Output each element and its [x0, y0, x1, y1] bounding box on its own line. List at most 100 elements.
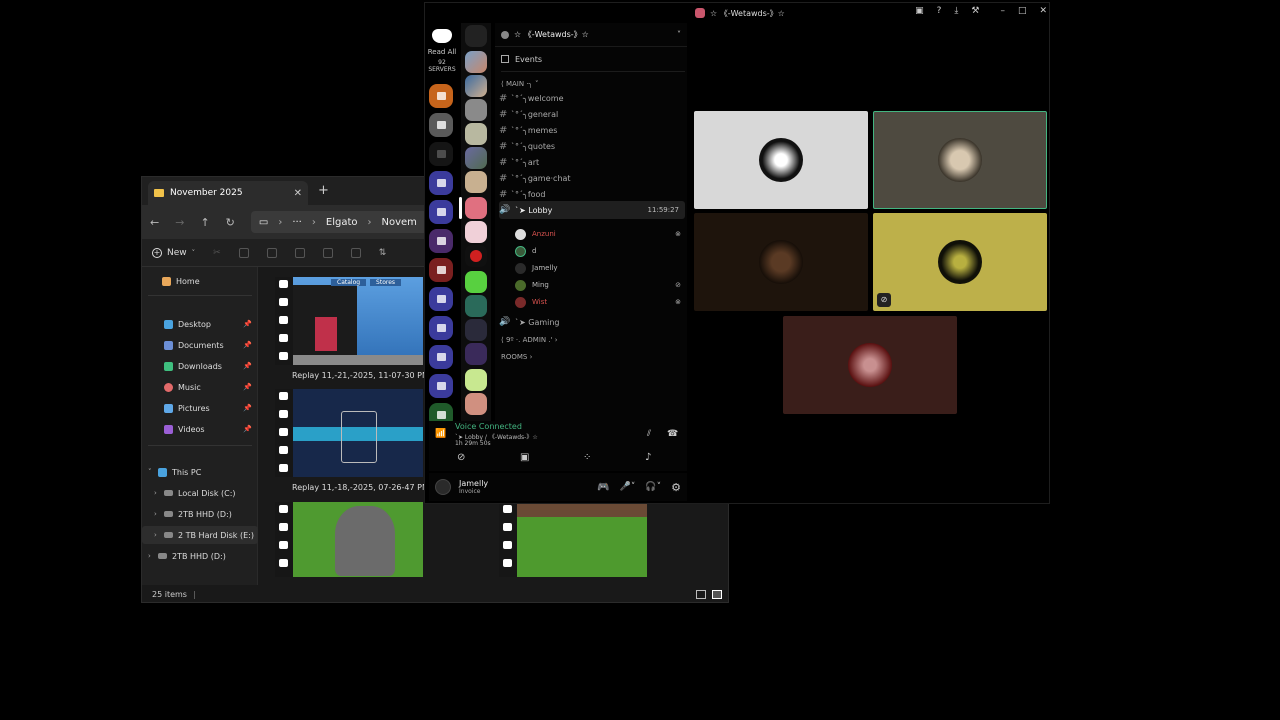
breadcrumb-item[interactable]: Elgato	[326, 217, 358, 228]
folder-icon[interactable]	[429, 258, 453, 282]
new-button[interactable]: + New ˅	[152, 247, 195, 258]
details-view-icon[interactable]	[696, 590, 706, 599]
new-tab-button[interactable]: +	[318, 183, 329, 198]
server-icon[interactable]	[465, 221, 487, 243]
share-icon[interactable]	[322, 247, 333, 258]
back-icon[interactable]: ←	[150, 216, 159, 229]
sidebar-item-drive-d[interactable]: › 2TB HHD (D:)	[142, 505, 258, 523]
participant-tile[interactable]: ⊘	[873, 213, 1047, 311]
paste-icon[interactable]	[266, 247, 277, 258]
chevron-right-icon[interactable]: ›	[148, 552, 158, 560]
voice-user[interactable]: Anzuni	[515, 226, 556, 242]
folder-icon[interactable]	[429, 142, 453, 166]
sidebar-item-downloads[interactable]: Downloads 📌	[142, 357, 258, 375]
participant-tile[interactable]	[694, 111, 868, 209]
voice-channel-lobby[interactable]: 🔊 ˋ➤ Lobby 11:59:27	[499, 201, 685, 219]
voice-user[interactable]: d	[515, 243, 536, 259]
server-icon[interactable]	[465, 171, 487, 193]
up-icon[interactable]: ↑	[200, 216, 209, 229]
server-icon[interactable]	[465, 343, 487, 365]
explorer-tab[interactable]: November 2025 ✕	[148, 181, 308, 205]
folder-icon[interactable]	[429, 200, 453, 224]
server-icon[interactable]	[465, 51, 487, 73]
soundboard-icon[interactable]: ♪	[645, 452, 651, 463]
breadcrumb-item[interactable]: Novem	[382, 217, 417, 228]
server-icon[interactable]	[465, 245, 487, 267]
help-icon[interactable]: ?	[937, 6, 942, 16]
channel-quotes[interactable]: # ˋ°ˊ╮quotes	[499, 139, 685, 153]
server-icon[interactable]	[465, 75, 487, 97]
close-icon[interactable]: ✕	[1039, 6, 1047, 16]
channel-general[interactable]: # ˋ°ˊ╮general	[499, 107, 685, 121]
channel-food[interactable]: # ˋ°ˊ╮food	[499, 187, 685, 201]
server-icon[interactable]	[465, 271, 487, 293]
folder-icon[interactable]	[429, 316, 453, 340]
noise-suppression-icon[interactable]: ⫽	[647, 429, 651, 439]
maximize-icon[interactable]: □	[1018, 6, 1027, 16]
server-header[interactable]: ☆ 《-Wetawds-》☆ ˅	[495, 23, 687, 47]
file-thumbnail[interactable]: Catalog Stores	[275, 277, 423, 365]
server-icon[interactable]	[465, 123, 487, 145]
file-thumbnail[interactable]	[275, 502, 423, 577]
folder-icon[interactable]	[429, 287, 453, 311]
sort-icon[interactable]: ⇅	[379, 248, 387, 258]
category-admin[interactable]: ⟨ 9º ·. ADMIN .' ›	[501, 333, 687, 347]
category-main[interactable]: ⟨ MAIN ·╮ ˅	[501, 77, 687, 91]
sidebar-item-pictures[interactable]: Pictures 📌	[142, 399, 258, 417]
screen-share-icon[interactable]: ▣	[520, 452, 529, 463]
chevron-right-icon[interactable]: ›	[154, 531, 164, 539]
sidebar-item-drive-e[interactable]: › 2 TB Hard Disk (E:)	[142, 526, 258, 544]
server-icon[interactable]	[465, 147, 487, 169]
voice-status-title[interactable]: Voice Connected	[455, 422, 522, 431]
tiles-view-icon[interactable]	[712, 590, 722, 599]
server-icon[interactable]	[465, 25, 487, 47]
server-icon[interactable]	[465, 319, 487, 341]
minimize-icon[interactable]: –	[1000, 6, 1005, 16]
chevron-right-icon[interactable]: ›	[154, 489, 164, 497]
sidebar-item-this-pc[interactable]: ˅ This PC	[142, 463, 258, 481]
discord-logo-icon[interactable]	[432, 29, 452, 43]
voice-user[interactable]: Ming	[515, 277, 549, 293]
download-icon[interactable]: ⤓	[954, 6, 958, 16]
microphone-icon[interactable]: 🎤˅	[620, 482, 636, 492]
settings-gear-icon[interactable]: ⚙	[671, 481, 681, 494]
events-link[interactable]: Events	[501, 52, 687, 66]
voice-channel-gaming[interactable]: 🔊 ˋ➤ Gaming	[499, 315, 685, 329]
sidebar-item-videos[interactable]: Videos 📌	[142, 420, 258, 438]
avatar[interactable]	[435, 479, 451, 495]
headphones-icon[interactable]: 🎧˅	[645, 482, 661, 492]
game-controller-icon[interactable]: 🎮	[597, 482, 609, 493]
folder-icon[interactable]	[429, 374, 453, 398]
sidebar-item-drive-d2[interactable]: › 2TB HHD (D:)	[142, 547, 258, 565]
server-icon[interactable]	[465, 99, 487, 121]
read-all-button[interactable]: Read All	[425, 48, 459, 56]
folder-icon[interactable]	[429, 229, 453, 253]
file-thumbnail[interactable]	[499, 502, 647, 577]
camera-off-icon[interactable]: ⊘	[457, 452, 465, 463]
forward-icon[interactable]: →	[175, 216, 184, 229]
delete-icon[interactable]	[350, 247, 361, 258]
folder-icon[interactable]	[429, 84, 453, 108]
rename-icon[interactable]	[294, 247, 305, 258]
cut-icon[interactable]: ✂	[213, 248, 221, 258]
server-icon[interactable]	[465, 393, 487, 415]
category-rooms[interactable]: ROOMS ›	[501, 350, 687, 364]
participant-tile-speaking[interactable]	[873, 111, 1047, 209]
participant-tile[interactable]	[783, 316, 957, 414]
channel-game-chat[interactable]: # ˋ°ˊ╮game·chat	[499, 171, 685, 185]
folder-icon[interactable]	[429, 345, 453, 369]
sidebar-item-desktop[interactable]: Desktop 📌	[142, 315, 258, 333]
server-icon[interactable]	[465, 197, 487, 219]
refresh-icon[interactable]: ↻	[226, 216, 235, 229]
chevron-down-icon[interactable]: ˅	[148, 468, 158, 476]
chevron-right-icon[interactable]: ›	[154, 510, 164, 518]
sidebar-item-home[interactable]: Home	[142, 272, 258, 290]
channel-welcome[interactable]: # ˋ°ˊ╮welcome	[499, 91, 685, 105]
participant-tile[interactable]	[694, 213, 868, 311]
server-icon[interactable]	[465, 295, 487, 317]
channel-art[interactable]: # ˋ°ˊ╮art	[499, 155, 685, 169]
sidebar-item-documents[interactable]: Documents 📌	[142, 336, 258, 354]
folder-icon[interactable]	[429, 171, 453, 195]
breadcrumb-more[interactable]: ···	[292, 217, 302, 228]
tools-icon[interactable]: ⚒	[971, 6, 979, 16]
